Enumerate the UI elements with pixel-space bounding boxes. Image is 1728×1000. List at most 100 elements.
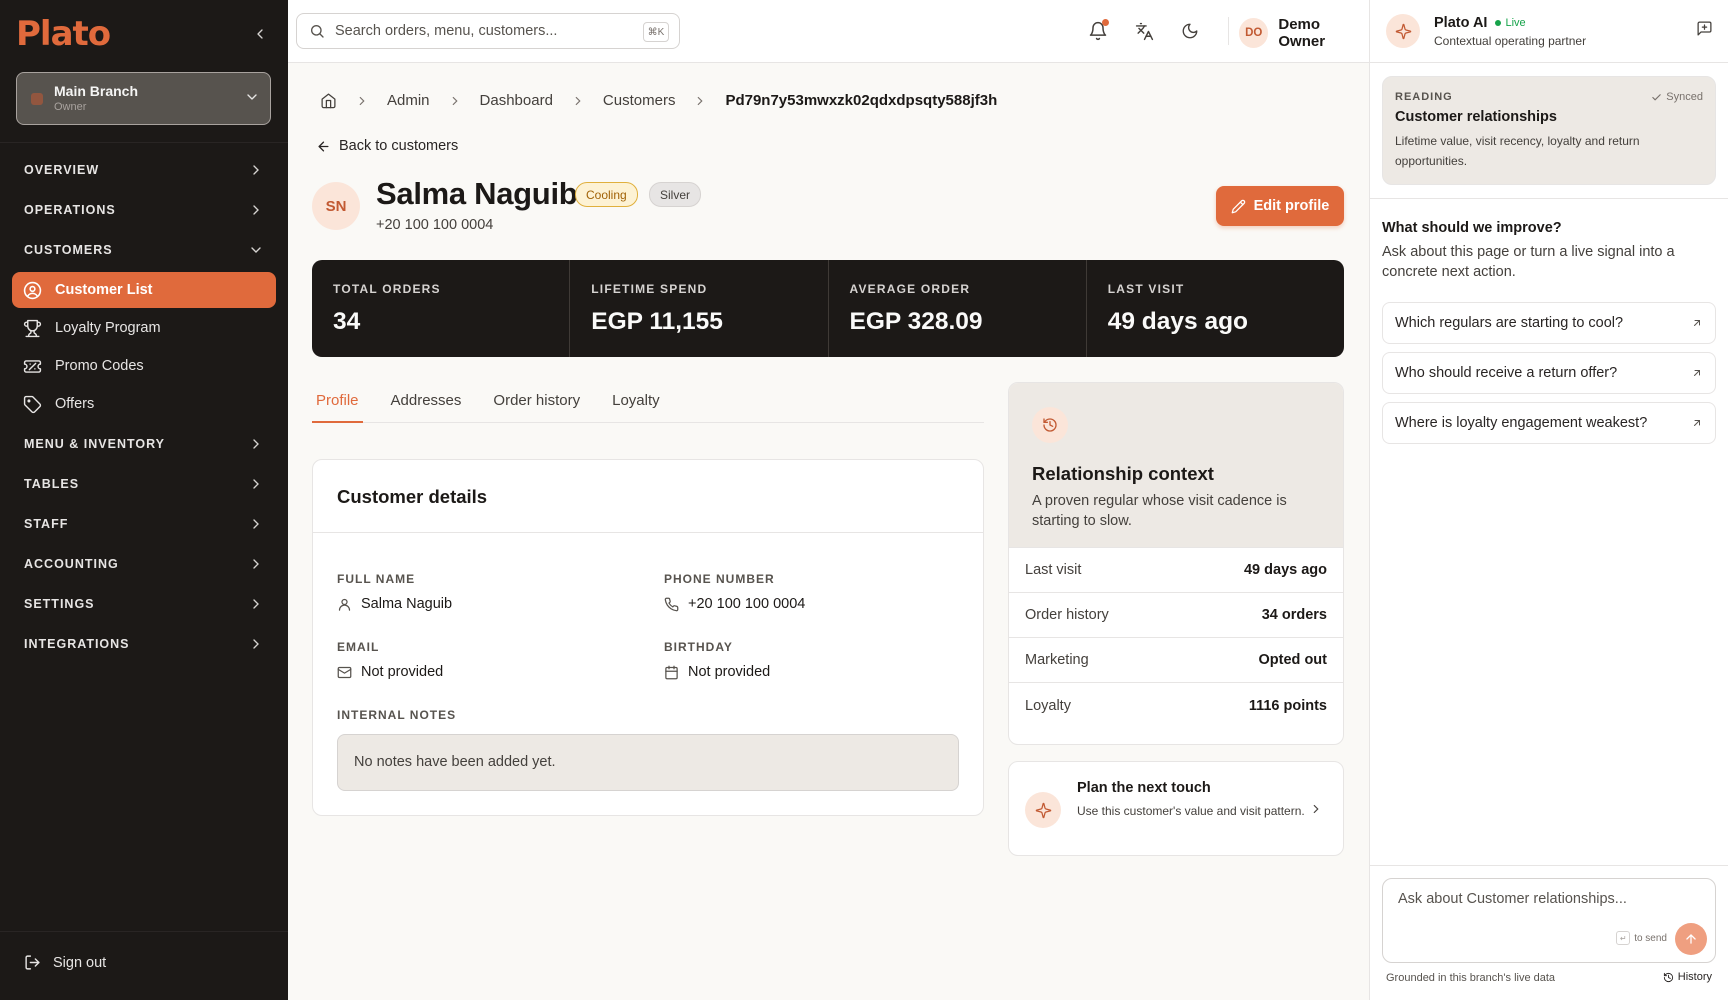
sidebar: Plato Main Branch Owner OVERVIEW OPERATI… bbox=[0, 0, 288, 1000]
search-box[interactable]: ⌘K bbox=[296, 13, 680, 49]
avatar: DO bbox=[1239, 18, 1269, 48]
sidebar-item-loyalty-program[interactable]: Loyalty Program bbox=[12, 310, 276, 346]
nav-section-label: OPERATIONS bbox=[24, 203, 116, 217]
tab-order-history[interactable]: Order history bbox=[489, 380, 584, 421]
user-menu[interactable]: DO Demo Owner bbox=[1229, 16, 1369, 50]
logo: Plato bbox=[16, 14, 111, 54]
relationship-context-card: Relationship context A proven regular wh… bbox=[1008, 382, 1344, 745]
suggested-question[interactable]: Where is loyalty engagement weakest? bbox=[1382, 402, 1716, 444]
reading-title: Customer relationships bbox=[1395, 109, 1557, 125]
customer-phone: +20 100 100 0004 bbox=[376, 217, 494, 233]
top-bar: ⌘K DO Demo Owner bbox=[288, 0, 1369, 63]
nav-section-label: TABLES bbox=[24, 477, 80, 491]
user-icon bbox=[338, 598, 351, 611]
send-hint: ↵ to send bbox=[1616, 931, 1667, 945]
send-hint-label: to send bbox=[1634, 932, 1667, 944]
full-name-field: FULL NAME Salma Naguib bbox=[337, 572, 452, 612]
send-button[interactable] bbox=[1675, 923, 1707, 955]
breadcrumb-customers[interactable]: Customers bbox=[603, 92, 676, 109]
tab-profile[interactable]: Profile bbox=[312, 380, 363, 423]
relationship-row: Last visit 49 days ago bbox=[1009, 548, 1343, 593]
sidebar-nav: OVERVIEW OPERATIONS CUSTOMERS Customer L… bbox=[12, 150, 276, 664]
collapse-sidebar-button[interactable] bbox=[248, 22, 272, 46]
moon-icon bbox=[1182, 23, 1198, 39]
search-shortcut: ⌘K bbox=[643, 22, 669, 42]
notifications-button[interactable] bbox=[1085, 18, 1111, 44]
edit-profile-button[interactable]: Edit profile bbox=[1216, 186, 1344, 226]
history-button[interactable]: History bbox=[1663, 971, 1712, 983]
row-value: 1116 points bbox=[1248, 697, 1327, 714]
nav-section-overview[interactable]: OVERVIEW bbox=[12, 150, 276, 190]
improve-subtitle: Ask about this page or turn a live signa… bbox=[1382, 244, 1675, 280]
ai-panel: Plato AI Live Contextual operating partn… bbox=[1369, 0, 1728, 1000]
back-label: Back to customers bbox=[339, 138, 459, 154]
field-label: FULL NAME bbox=[337, 572, 416, 586]
theme-toggle-button[interactable] bbox=[1177, 18, 1203, 44]
field-value: +20 100 100 0004 bbox=[688, 596, 806, 612]
nav-section-settings[interactable]: SETTINGS bbox=[12, 584, 276, 624]
language-button[interactable] bbox=[1131, 18, 1157, 44]
chevron-right-icon bbox=[253, 205, 259, 215]
nav-section-tables[interactable]: TABLES bbox=[12, 464, 276, 504]
field-label: EMAIL bbox=[337, 640, 380, 654]
chevron-right-icon bbox=[253, 479, 259, 489]
translate-icon bbox=[1135, 22, 1153, 40]
ai-composer: ↵ to send bbox=[1382, 878, 1716, 963]
ai-header: Plato AI Live Contextual operating partn… bbox=[1370, 0, 1728, 63]
sidebar-item-label: Loyalty Program bbox=[55, 320, 161, 336]
tab-loyalty[interactable]: Loyalty bbox=[608, 380, 664, 421]
search-input[interactable] bbox=[335, 23, 635, 39]
relationship-row: Order history 34 orders bbox=[1009, 593, 1343, 638]
tag-icon bbox=[22, 394, 42, 414]
nav-section-integrations[interactable]: INTEGRATIONS bbox=[12, 624, 276, 664]
nav-section-staff[interactable]: STAFF bbox=[12, 504, 276, 544]
internal-notes-label-wrap: INTERNAL NOTES bbox=[337, 708, 456, 722]
arrow-up-icon bbox=[1686, 934, 1696, 944]
nav-section-operations[interactable]: OPERATIONS bbox=[12, 190, 276, 230]
chevron-down-icon bbox=[244, 89, 260, 105]
stat-lifetime-spend: LIFETIME SPEND EGP 11,155 bbox=[570, 260, 829, 357]
stat-value: EGP 11,155 bbox=[591, 308, 723, 335]
birthday-field: BIRTHDAY Not provided bbox=[664, 640, 770, 680]
breadcrumb-admin[interactable]: Admin bbox=[387, 92, 430, 109]
enter-key: ↵ bbox=[1616, 931, 1631, 945]
sidebar-item-customer-list[interactable]: Customer List bbox=[12, 272, 276, 308]
nav-section-menu-inventory[interactable]: MENU & INVENTORY bbox=[12, 424, 276, 464]
suggested-question[interactable]: Which regulars are starting to cool? bbox=[1382, 302, 1716, 344]
nav-section-accounting[interactable]: ACCOUNTING bbox=[12, 544, 276, 584]
tier-badge: Silver bbox=[649, 182, 702, 207]
plan-next-touch-card[interactable]: Plan the next touch Use this customer's … bbox=[1008, 761, 1344, 856]
reading-subtitle: Lifetime value, visit recency, loyalty a… bbox=[1395, 134, 1640, 168]
new-chat-button[interactable] bbox=[1696, 20, 1713, 37]
sidebar-item-label: Promo Codes bbox=[55, 358, 144, 374]
chevron-right-icon bbox=[359, 96, 365, 105]
field-label: PHONE NUMBER bbox=[664, 572, 775, 586]
row-key: Last visit bbox=[1025, 562, 1082, 578]
mail-icon bbox=[337, 666, 352, 678]
tab-addresses[interactable]: Addresses bbox=[387, 380, 466, 421]
email-field: EMAIL Not provided bbox=[337, 640, 443, 680]
stat-label: AVERAGE ORDER bbox=[849, 282, 971, 296]
branch-selector[interactable]: Main Branch Owner bbox=[16, 72, 271, 125]
ai-prompt-input[interactable] bbox=[1398, 891, 1698, 915]
customer-name: Salma Naguib bbox=[376, 176, 578, 211]
sign-out-button[interactable]: Sign out bbox=[24, 954, 106, 971]
nav-section-label: SETTINGS bbox=[24, 597, 95, 611]
stat-last-visit: LAST VISIT 49 days ago bbox=[1087, 260, 1344, 357]
calendar-icon bbox=[665, 665, 678, 679]
back-to-customers-link[interactable]: Back to customers bbox=[316, 138, 458, 154]
stat-average-order: AVERAGE ORDER EGP 328.09 bbox=[829, 260, 1087, 357]
relationship-title: Relationship context bbox=[1032, 463, 1214, 484]
suggested-question[interactable]: Who should receive a return offer? bbox=[1382, 352, 1716, 394]
breadcrumb-dashboard[interactable]: Dashboard bbox=[480, 92, 553, 109]
field-value: Not provided bbox=[688, 664, 771, 680]
row-key: Marketing bbox=[1025, 652, 1089, 668]
sidebar-item-offers[interactable]: Offers bbox=[12, 386, 276, 422]
home-icon[interactable] bbox=[320, 92, 337, 109]
sidebar-item-promo-codes[interactable]: Promo Codes bbox=[12, 348, 276, 384]
status-badge: Cooling bbox=[575, 182, 638, 207]
chevron-right-icon bbox=[253, 519, 259, 529]
nav-section-customers[interactable]: CUSTOMERS bbox=[12, 230, 276, 270]
chevron-left-icon bbox=[257, 29, 263, 39]
arrow-up-right-icon bbox=[1694, 420, 1700, 426]
